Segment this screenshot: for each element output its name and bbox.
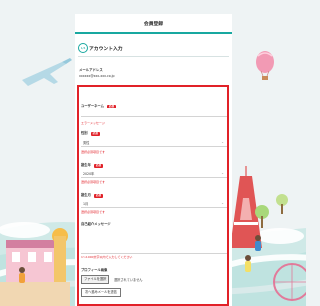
section-title: アカウント入力 (89, 47, 123, 52)
message-textarea[interactable] (81, 229, 227, 254)
gender-label: 性別 必須 (81, 130, 100, 136)
chevron-down-icon: ⌄ (221, 171, 224, 175)
gender-select[interactable]: 男性 ⌄ (81, 138, 227, 147)
username-input[interactable] (81, 108, 227, 117)
required-badge: 必須 (93, 164, 104, 168)
step-indicator: 1/4 (78, 43, 88, 53)
birth-year-select-value: 2020年 (83, 172, 95, 176)
submit-button[interactable]: 次へ進みメールを送信 (81, 288, 121, 297)
file-status-text: 選択されていません (114, 278, 143, 282)
email-value: xxxxxx@xxx-xxx.co.jp (79, 74, 115, 78)
username-error: エラーメッセージ (81, 121, 105, 125)
profile-image-label: プロフィール画像 (81, 268, 108, 272)
header-bar: 会員登録 (75, 14, 232, 34)
chevron-down-icon: ⌄ (221, 140, 224, 144)
registration-card: 会員登録 1/4 アカウント入力 メールアドレス xxxxxx@xxx-xxx.… (75, 14, 232, 306)
birth-year-label: 誕生年 必須 (81, 162, 104, 168)
birth-month-error: 選択必須項目です (81, 210, 106, 214)
gender-label-text: 性別 (81, 131, 88, 135)
birth-year-error: 選択必須項目です (81, 180, 106, 184)
gender-error: 選択必須項目です (81, 150, 106, 154)
message-label: 自己紹介メッセージ (81, 222, 111, 226)
email-label: メールアドレス (79, 68, 103, 72)
chevron-down-icon: ⌄ (221, 201, 224, 205)
section-divider (78, 56, 229, 57)
choose-file-button[interactable]: ファイルを選択 (81, 275, 110, 284)
message-error: 1〜1000文字以内で入力してください (81, 255, 133, 259)
page-title: 会員登録 (143, 22, 164, 27)
required-badge: 必須 (90, 132, 100, 136)
birth-year-label-text: 誕生年 (81, 163, 91, 167)
birth-month-select[interactable]: 1月 ⌄ (81, 199, 227, 208)
gender-select-value: 男性 (83, 141, 90, 145)
birth-month-select-value: 1月 (83, 202, 89, 206)
required-badge: 必須 (93, 194, 104, 198)
birth-month-label: 誕生月 必須 (81, 192, 104, 198)
birth-month-label-text: 誕生月 (81, 193, 91, 197)
birth-year-select[interactable]: 2020年 ⌄ (81, 169, 227, 178)
